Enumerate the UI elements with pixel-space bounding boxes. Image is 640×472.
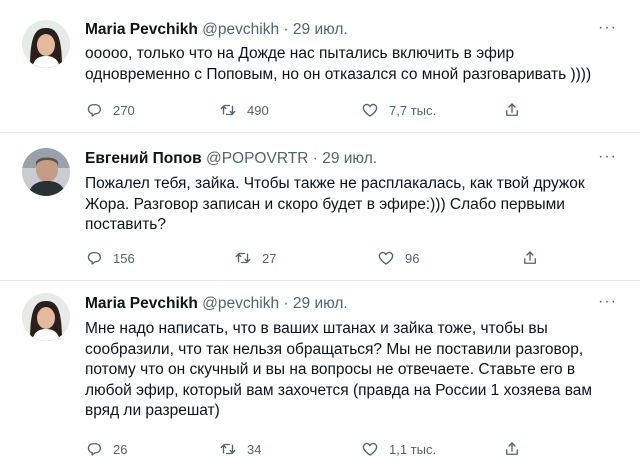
share-button[interactable] [521,248,549,268]
author-handle[interactable]: @pevchikh [202,21,279,38]
retweet-button[interactable]: 27 [234,248,276,268]
like-count: 96 [405,250,420,266]
share-icon [506,103,518,116]
more-icon[interactable]: ··· [598,19,617,37]
reply-icon [87,443,102,456]
like-icon [378,251,394,265]
share-button[interactable] [503,100,531,120]
reply-button[interactable]: 26 [85,439,127,459]
author-name[interactable]: Евгений Попов [85,150,202,167]
tweet-header: Maria Pevchikh @pevchikh · 29 июл. [85,21,348,39]
tweet[interactable]: Евгений Попов @POPOVRTR · 29 июл. ··· По… [0,133,640,280]
like-icon [362,442,378,456]
author-handle[interactable]: @pevchikh [202,295,279,312]
like-count: 1,1 тыс. [389,441,437,457]
reply-button[interactable]: 270 [85,100,135,120]
separator: · [312,150,318,167]
tweet-date[interactable]: 29 июл. [322,150,377,167]
like-icon [362,103,378,117]
like-button[interactable]: 1,1 тыс. [361,439,436,459]
more-icon[interactable]: ··· [598,148,617,166]
like-button[interactable]: 7,7 тыс. [361,100,436,120]
avatar[interactable] [22,293,70,341]
tweet[interactable]: Maria Pevchikh @pevchikh · 29 июл. ··· М… [0,281,640,472]
retweet-count: 27 [262,250,277,266]
author-name[interactable]: Maria Pevchikh [85,295,198,312]
retweet-icon [235,252,251,264]
tweet[interactable]: Maria Pevchikh @pevchikh · 29 июл. ··· о… [0,0,640,132]
tweet-date[interactable]: 29 июл. [293,21,348,38]
like-count: 7,7 тыс. [389,102,437,118]
retweet-count: 34 [247,441,262,457]
retweet-button[interactable]: 34 [219,439,261,459]
separator: · [283,21,289,38]
avatar[interactable] [22,20,70,68]
tweet-text: ооооо, только что на Дожде нас пытались … [85,45,592,83]
reply-count: 156 [113,250,135,266]
separator: · [283,295,289,312]
author-name[interactable]: Maria Pevchikh [85,21,198,38]
reply-count: 270 [113,102,135,118]
tweet-text: Мне надо написать, что в ваших штанах и … [85,320,593,419]
retweet-icon [220,104,236,116]
tweet-header: Maria Pevchikh @pevchikh · 29 июл. [85,295,348,313]
reply-count: 26 [113,441,128,457]
retweet-icon [220,443,236,455]
like-button[interactable]: 96 [377,248,419,268]
author-handle[interactable]: @POPOVRTR [206,150,308,167]
share-button[interactable] [503,439,531,459]
avatar[interactable] [22,148,70,196]
tweet-text: Пожалел тебя, зайка. Чтобы также не расп… [85,175,585,233]
reply-icon [87,252,102,265]
reply-icon [87,104,102,117]
retweet-count: 490 [247,102,269,118]
more-icon[interactable]: ··· [598,293,617,311]
share-icon [524,251,536,264]
share-icon [506,442,518,455]
tweet-date[interactable]: 29 июл. [293,295,348,312]
reply-button[interactable]: 156 [85,248,135,268]
retweet-button[interactable]: 490 [219,100,269,120]
tweet-header: Евгений Попов @POPOVRTR · 29 июл. [85,150,377,168]
